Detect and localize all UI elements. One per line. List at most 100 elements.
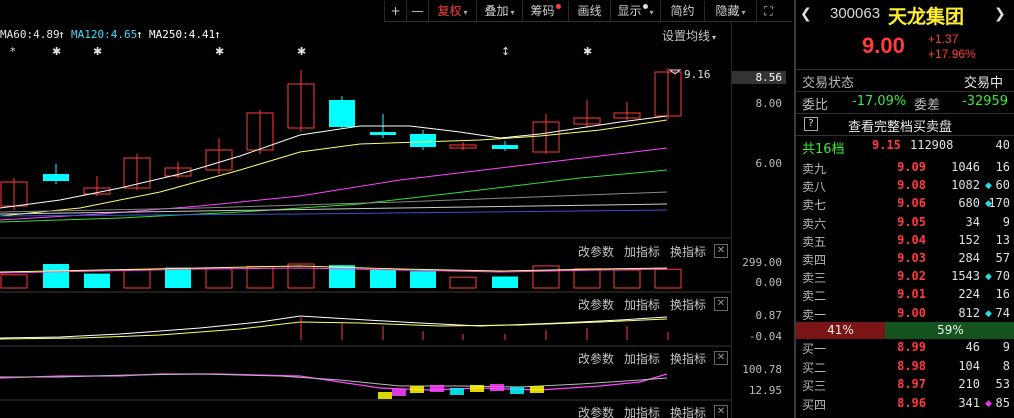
total-levels-label: 共16档	[802, 142, 845, 157]
level-orders: 16	[995, 287, 1010, 302]
level-price: 9.02	[897, 269, 926, 284]
ind3-signal-block	[470, 385, 484, 392]
dif-line	[0, 315, 668, 339]
weibi-label: 委比	[802, 98, 829, 113]
trade-status-value: 交易中	[964, 76, 1004, 91]
close-icon[interactable]: ✕	[714, 405, 728, 418]
candle-body	[43, 174, 69, 181]
level-price: 8.99	[897, 340, 926, 354]
volume-bar	[654, 268, 682, 289]
ind3-line	[0, 373, 668, 391]
level-volume: 341	[958, 395, 980, 410]
volume-bar	[0, 274, 28, 289]
event-marker-icon: ✱	[215, 45, 224, 58]
overlay-button[interactable]: 叠加 ▾	[476, 1, 522, 21]
axis-tick: 8.00	[755, 97, 783, 110]
level-orders: 70	[995, 269, 1010, 284]
level-label: 买三	[802, 379, 827, 394]
ind4-add-indicator-button[interactable]: 加指标	[624, 404, 660, 418]
bid-row[interactable]: 买四 8.96 341 85 ◆	[796, 396, 1014, 416]
ma250-line	[0, 209, 668, 217]
simple-mode-button[interactable]: 简约	[660, 1, 704, 21]
level-label: 卖六	[802, 216, 827, 231]
level-volume: 1046	[951, 160, 980, 174]
ind3-add-indicator-button[interactable]: 加指标	[624, 350, 660, 367]
help-icon[interactable]: ?	[804, 117, 818, 131]
ind3-switch-indicator-button[interactable]: 换指标	[670, 350, 706, 367]
zoom-out-button[interactable]: —	[406, 1, 428, 21]
ask-row[interactable]: 卖七 9.06 680 170 ◆	[796, 196, 1014, 216]
ind3-signal-block	[530, 386, 544, 393]
macd-add-indicator-button[interactable]: 加指标	[624, 296, 660, 313]
ask-row[interactable]: 卖二 9.01 224 16	[796, 287, 1014, 307]
ind3-signal-block	[510, 387, 524, 394]
close-icon[interactable]: ✕	[714, 351, 728, 365]
kline-chart[interactable]: * ✱ ✱ ✱ ✱ ↕ ✱	[0, 40, 732, 418]
event-marker-icon: ✱	[297, 45, 306, 58]
fuquan-label: 复权	[437, 4, 462, 18]
ask-row[interactable]: 卖五 9.04 152 13	[796, 233, 1014, 253]
stock-name: 天龙集团	[888, 6, 965, 28]
ask-row[interactable]: 卖八 9.08 1082 60 ◆	[796, 178, 1014, 198]
view-full-book-link[interactable]: 查看完整档买卖盘	[848, 116, 952, 135]
level-volume: 812	[958, 305, 980, 320]
display-button[interactable]: 显示 ▾	[610, 1, 660, 21]
level-volume: 224	[958, 287, 980, 302]
vol-add-indicator-button[interactable]: 加指标	[624, 243, 660, 260]
divider	[796, 113, 1014, 114]
chip-distribution-button[interactable]: 筹码	[522, 1, 568, 21]
fuquan-button[interactable]: 复权 ▾	[428, 1, 476, 21]
ask-row[interactable]: 卖三 9.02 1543 70 ◆	[796, 269, 1014, 289]
dea-line	[0, 318, 668, 340]
quote-panel: ❮ 300063 天龙集团 ❯ 9.00 +1.37 +17.96% 交易状态 …	[794, 0, 1014, 418]
level-price: 8.97	[897, 377, 926, 392]
macd-change-params-button[interactable]: 改参数	[578, 296, 614, 313]
level-label: 卖二	[802, 289, 827, 304]
hide-button[interactable]: 隐藏 ▾	[704, 1, 756, 21]
candle-body	[410, 134, 436, 147]
volume-bar	[492, 276, 518, 288]
vol-change-params-button[interactable]: 改参数	[578, 243, 614, 260]
level-orders: 9	[1002, 214, 1010, 229]
zoom-in-button[interactable]: +	[384, 1, 406, 21]
chevron-down-icon: ▾	[649, 8, 654, 17]
level-label: 卖三	[802, 271, 827, 286]
level-orders: 8	[1002, 358, 1010, 373]
back-arrow-icon[interactable]: ❮	[800, 6, 812, 22]
ask-row[interactable]: 卖九 9.09 1046 16	[796, 160, 1014, 180]
event-marker-icon: *	[10, 45, 16, 58]
high-price-label: 9.16	[684, 68, 711, 81]
stock-code: 300063	[830, 5, 881, 22]
notification-dot-icon	[642, 4, 648, 9]
level-volume: 152	[958, 232, 980, 247]
close-icon[interactable]: ✕	[714, 244, 728, 258]
large-order-marker-icon: ◆	[985, 199, 992, 210]
ask-row[interactable]: 卖四 9.03 284 57	[796, 251, 1014, 271]
level-volume: 1543	[951, 269, 980, 284]
bid-row[interactable]: 买三 8.97 210 53	[796, 377, 1014, 397]
expand-icon[interactable]: ⛶	[756, 1, 780, 21]
macd-switch-indicator-button[interactable]: 换指标	[670, 296, 706, 313]
level-price: 9.04	[897, 232, 926, 247]
bid-row[interactable]: 买二 8.98 104 8	[796, 359, 1014, 379]
ind3-change-params-button[interactable]: 改参数	[578, 350, 614, 367]
ask-row[interactable]: 卖六 9.05 34 9	[796, 215, 1014, 235]
ind3-signal-block	[392, 389, 406, 396]
level-orders: 16	[995, 160, 1010, 174]
close-icon[interactable]: ✕	[714, 297, 728, 311]
ind4-change-params-button[interactable]: 改参数	[578, 404, 614, 418]
forward-arrow-icon[interactable]: ❯	[994, 6, 1006, 22]
draw-line-button[interactable]: 画线	[568, 1, 610, 21]
overlay-label: 叠加	[484, 4, 509, 18]
bid-row[interactable]: 买一 8.99 46 9	[796, 340, 1014, 360]
vol-switch-indicator-button[interactable]: 换指标	[670, 243, 706, 260]
buy-ratio-bar: 59%	[885, 322, 1014, 339]
weibi-value: -17.09%	[852, 94, 907, 109]
level-orders: 53	[995, 377, 1010, 392]
level-label: 卖七	[802, 198, 827, 213]
ma10-line	[0, 119, 668, 217]
total-orders: 40	[995, 138, 1010, 152]
ind4-switch-indicator-button[interactable]: 换指标	[670, 404, 706, 418]
price-change: +1.37	[928, 32, 959, 46]
divider	[796, 69, 1014, 70]
